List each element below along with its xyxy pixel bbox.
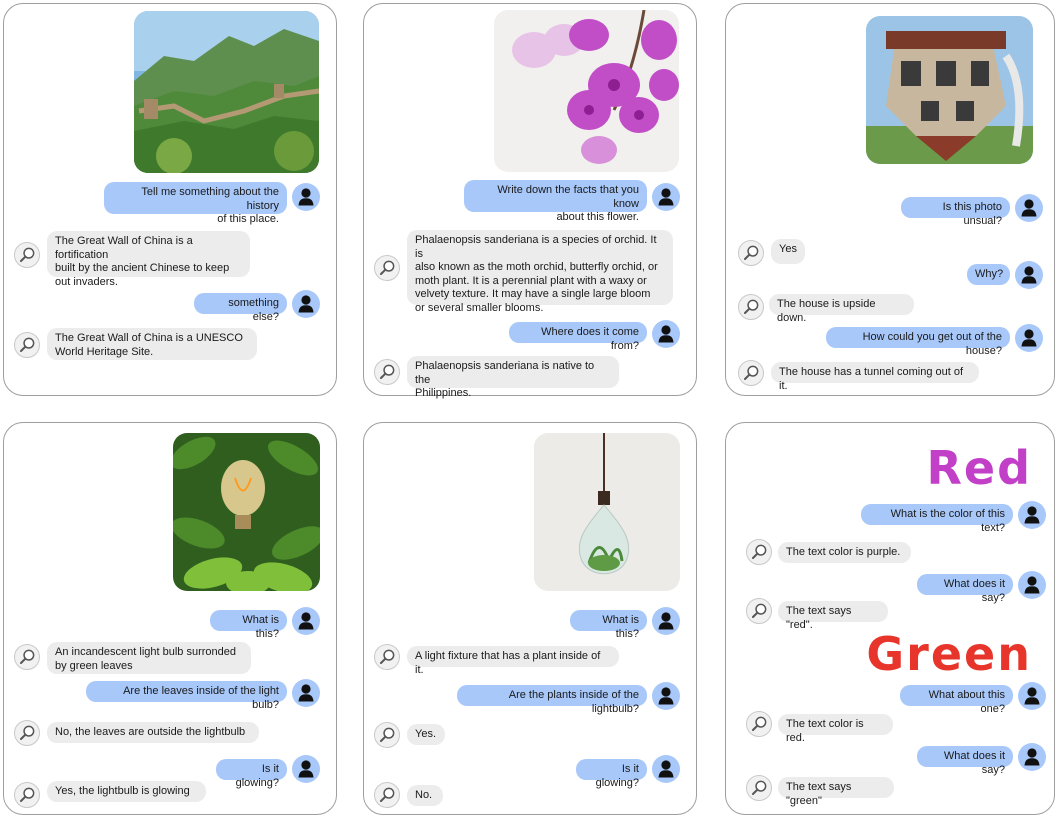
- bot-message: The text color is purple.: [778, 542, 911, 563]
- user-message: something else?: [194, 293, 287, 323]
- orchid-photo: [494, 10, 679, 172]
- user-message: What does it say?: [917, 746, 1013, 776]
- lightbulb-leaves-photo: [173, 433, 320, 591]
- person-icon: [1015, 324, 1043, 352]
- magnifier-icon: [374, 782, 400, 808]
- person-icon: [1018, 682, 1046, 710]
- chat-panel-orchid: Write down the facts that you know about…: [363, 3, 697, 399]
- bot-message: Yes: [771, 239, 805, 264]
- user-message: Tell me something about the history of t…: [104, 182, 287, 225]
- person-icon: [1015, 194, 1043, 222]
- person-icon: [652, 682, 680, 710]
- red-word-image: Red: [926, 441, 1032, 495]
- bot-message: Phalaenopsis sanderiana is a species of …: [407, 230, 673, 314]
- bot-message: A light fixture that has a plant inside …: [407, 646, 619, 676]
- user-message: Is this photo unsual?: [901, 197, 1010, 227]
- plant-lightbulb-photo: [534, 433, 680, 591]
- user-message: Write down the facts that you know about…: [464, 180, 647, 223]
- person-icon: [652, 183, 680, 211]
- magnifier-icon: [738, 294, 764, 320]
- chat-panel-plant-lightbulb: What is this? A light fixture that has a…: [363, 422, 697, 815]
- person-icon: [292, 183, 320, 211]
- chat-panel-upside-down-house: Is this photo unsual? Yes Why? The house…: [725, 3, 1055, 396]
- bot-message: The text color is red.: [778, 714, 893, 744]
- magnifier-icon: [14, 242, 40, 268]
- bot-message: The Great Wall of China is a UNESCO Worl…: [47, 328, 257, 360]
- user-message: What is this?: [570, 610, 647, 640]
- person-icon: [292, 755, 320, 783]
- user-message: Is it glowing?: [576, 759, 647, 789]
- bot-message: The text says "green": [778, 777, 894, 807]
- person-icon: [652, 607, 680, 635]
- user-message: Is it glowing?: [216, 759, 287, 789]
- person-icon: [1018, 571, 1046, 599]
- person-icon: [1018, 743, 1046, 771]
- magnifier-icon: [14, 332, 40, 358]
- chat-panel-colored-text: Red What is the color of this text? The …: [725, 422, 1055, 815]
- user-message: Are the plants inside of the lightbulb?: [457, 685, 647, 715]
- magnifier-icon: [14, 782, 40, 808]
- magnifier-icon: [738, 360, 764, 386]
- magnifier-icon: [746, 711, 772, 737]
- user-message: What is this?: [210, 610, 287, 640]
- bot-message: Phalaenopsis sanderiana is native to the…: [407, 356, 619, 399]
- person-icon: [1015, 261, 1043, 289]
- user-message: What about this one?: [900, 685, 1013, 715]
- user-message: Where does it come from?: [509, 322, 647, 352]
- magnifier-icon: [374, 255, 400, 281]
- upside-down-house-photo: [866, 16, 1033, 164]
- user-message: Why?: [967, 264, 1010, 285]
- magnifier-icon: [746, 775, 772, 801]
- green-word-image: Green: [866, 627, 1032, 681]
- person-icon: [652, 755, 680, 783]
- bot-message: Yes, the lightbulb is glowing: [47, 781, 206, 802]
- user-message: How could you get out of the house?: [826, 327, 1010, 357]
- magnifier-icon: [738, 240, 764, 266]
- bot-message: An incandescent light bulb surronded by …: [47, 642, 251, 674]
- magnifier-icon: [374, 359, 400, 385]
- person-icon: [292, 679, 320, 707]
- person-icon: [1018, 501, 1046, 529]
- user-message: Are the leaves inside of the light bulb?: [86, 681, 287, 711]
- magnifier-icon: [374, 644, 400, 670]
- person-icon: [652, 320, 680, 348]
- chat-panel-lightbulb-leaves: What is this? An incandescent light bulb…: [3, 422, 337, 815]
- bot-message: No.: [407, 785, 443, 806]
- user-message: What does it say?: [917, 574, 1013, 604]
- bot-message: The house has a tunnel coming out of it.: [771, 362, 979, 392]
- bot-message: The text says "red".: [778, 601, 888, 631]
- bot-message: The Great Wall of China is a fortificati…: [47, 231, 250, 288]
- magnifier-icon: [14, 720, 40, 746]
- magnifier-icon: [746, 539, 772, 565]
- bot-message: No, the leaves are outside the lightbulb: [47, 722, 259, 743]
- user-message: What is the color of this text?: [861, 504, 1013, 534]
- bot-message: The house is upside down.: [769, 294, 914, 324]
- person-icon: [292, 290, 320, 318]
- chat-panel-great-wall: Tell me something about the history of t…: [3, 3, 337, 396]
- magnifier-icon: [746, 598, 772, 624]
- magnifier-icon: [14, 644, 40, 670]
- magnifier-icon: [374, 722, 400, 748]
- person-icon: [292, 607, 320, 635]
- bot-message: Yes.: [407, 724, 445, 745]
- great-wall-photo: [134, 11, 319, 173]
